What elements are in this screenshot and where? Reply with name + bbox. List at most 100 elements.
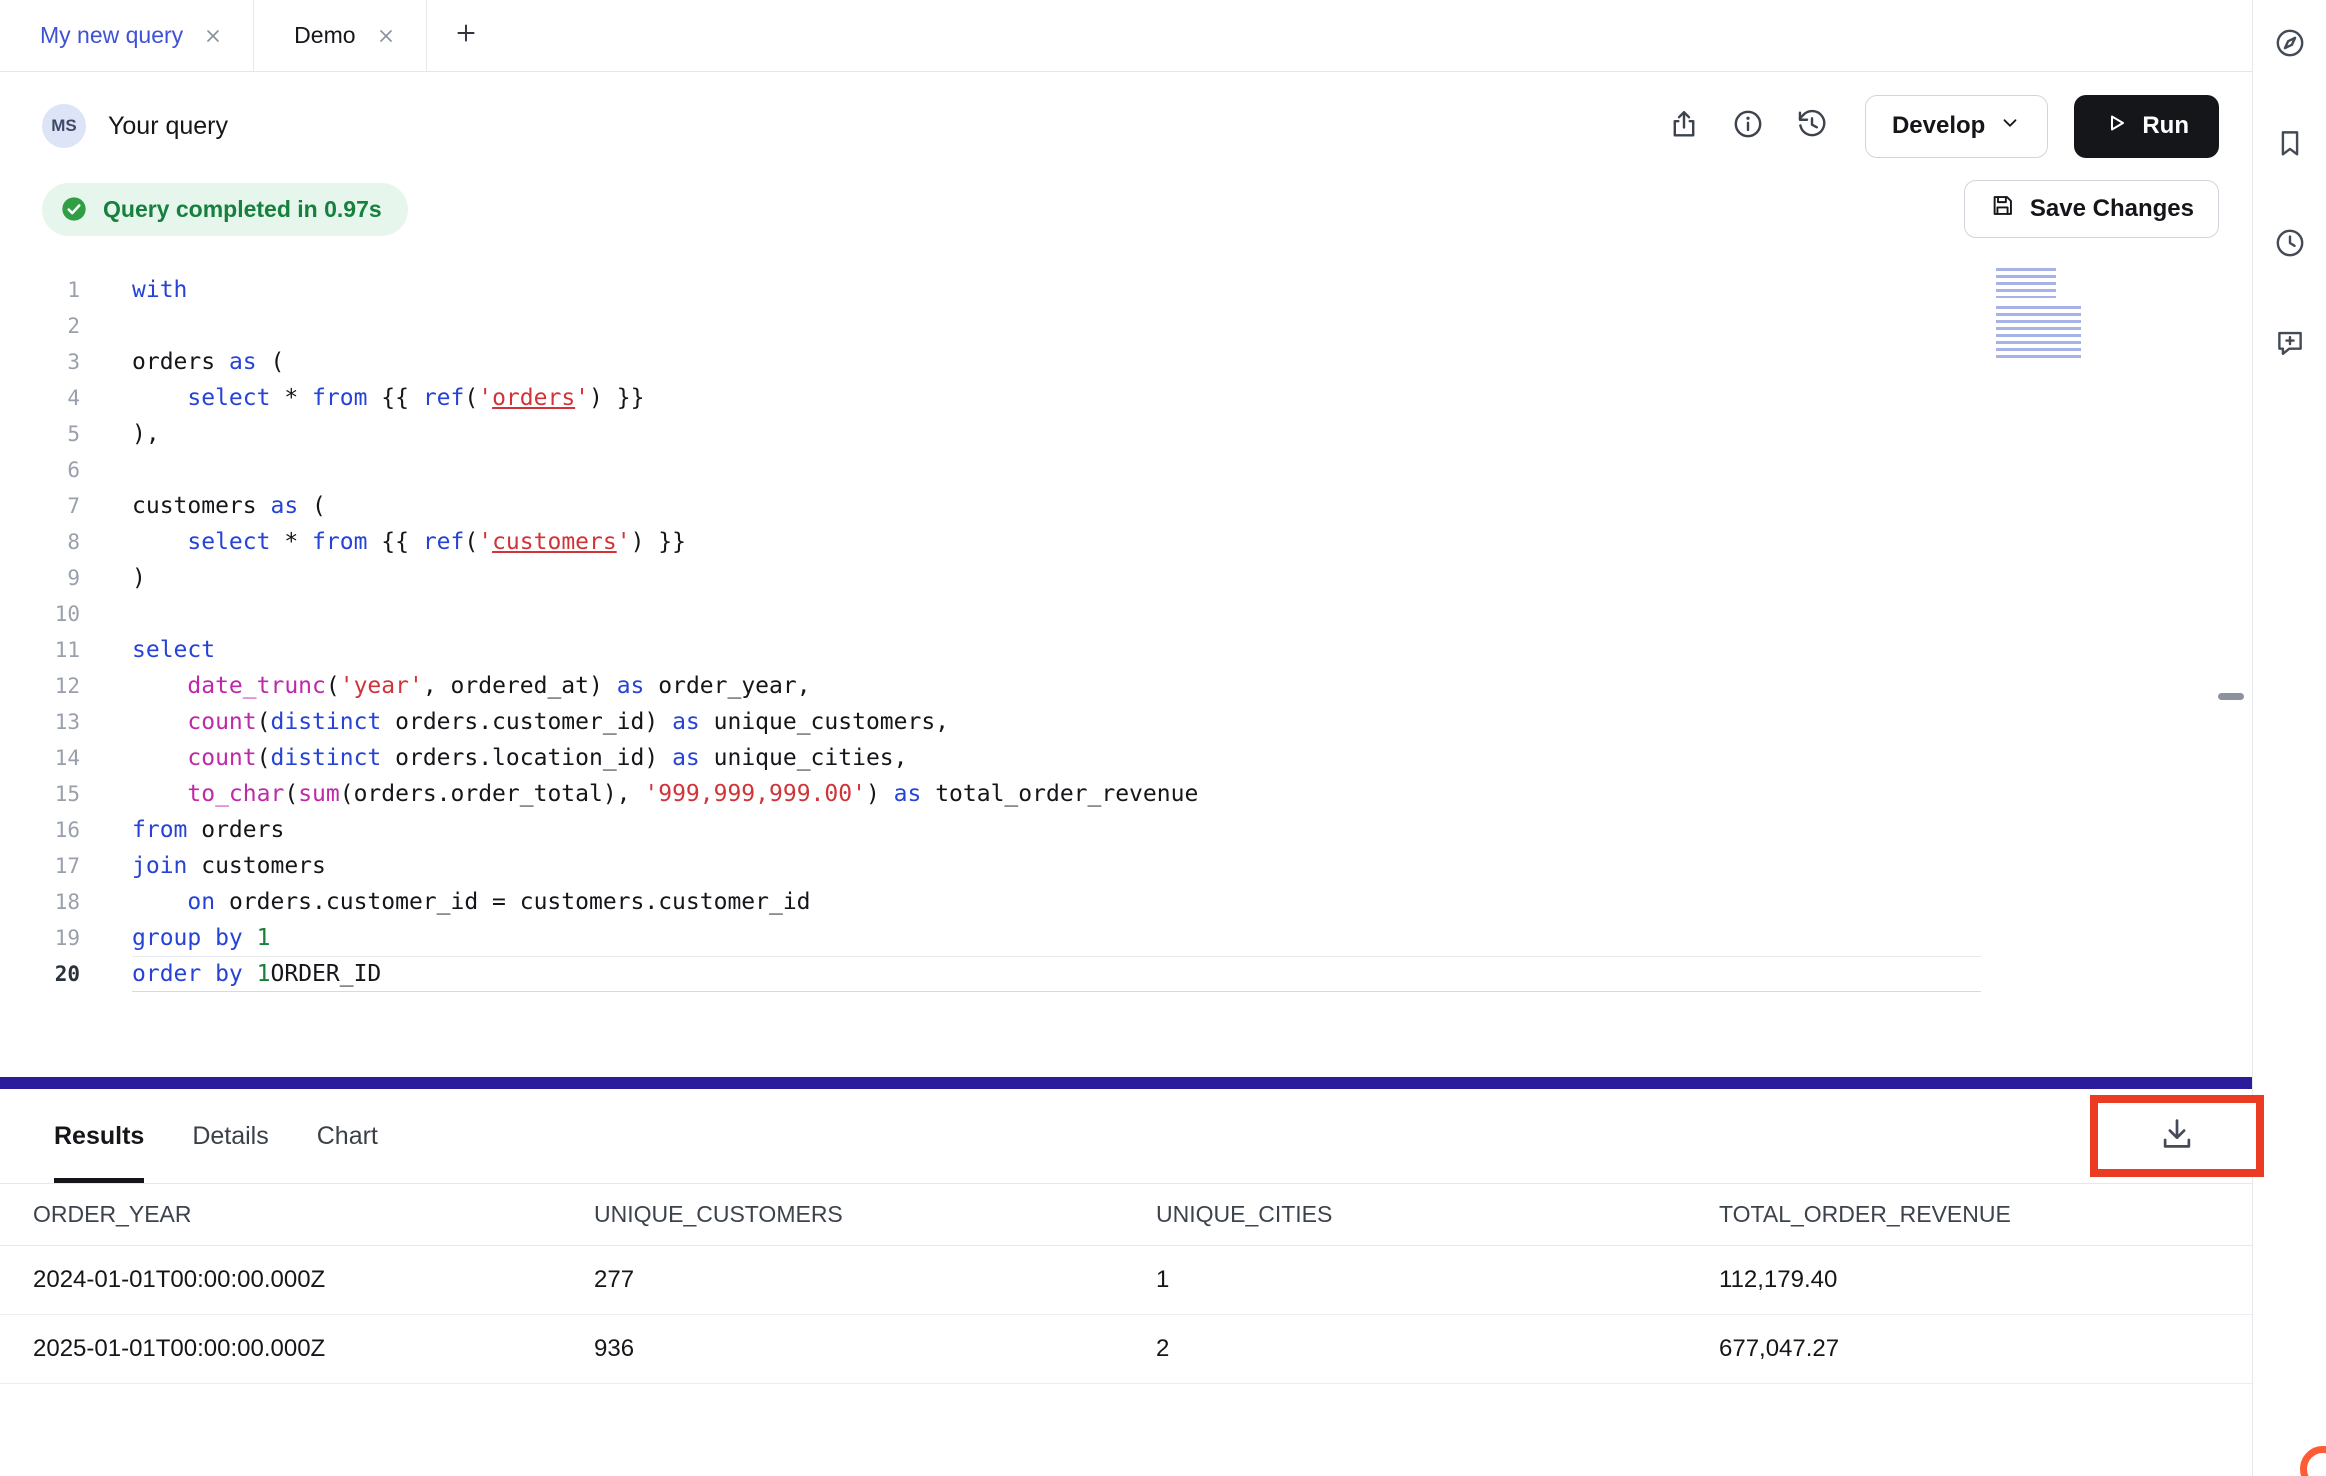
minimap-block — [1996, 306, 2081, 362]
code-line[interactable]: 13 count(distinct orders.customer_id) as… — [0, 704, 2252, 740]
line-number: 6 — [0, 452, 80, 488]
check-icon — [60, 195, 88, 223]
code-text: select — [132, 632, 215, 668]
code-line[interactable]: 19group by 1 — [0, 920, 2252, 956]
code-line[interactable]: 11 select — [0, 632, 2252, 668]
scrollbar-thumb[interactable] — [2218, 693, 2244, 700]
code-text: ), — [132, 416, 160, 452]
code-line[interactable]: 8 select * from {{ ref('customers') }} — [0, 524, 2252, 560]
table-cell: 112,179.40 — [1686, 1266, 2252, 1294]
table-row[interactable]: 2024-01-01T00:00:00.000Z2771112,179.40 — [0, 1246, 2252, 1315]
line-number: 12 — [0, 668, 80, 704]
line-number: 7 — [0, 488, 80, 524]
tab-demo[interactable]: Demo — [254, 0, 426, 71]
line-number: 13 — [0, 704, 80, 740]
table-cell: 677,047.27 — [1686, 1335, 2252, 1363]
save-changes-button[interactable]: Save Changes — [1964, 180, 2219, 238]
code-text: ) — [132, 560, 146, 596]
tab-bar: My new query Demo — [0, 0, 2252, 72]
code-line[interactable]: 9) — [0, 560, 2252, 596]
line-number: 11 — [0, 632, 80, 668]
compass-icon — [2273, 26, 2307, 65]
code-line[interactable]: 18 on orders.customer_id = customers.cus… — [0, 884, 2252, 920]
tab-label: Demo — [294, 22, 355, 49]
table-cell: 2024-01-01T00:00:00.000Z — [0, 1266, 561, 1294]
line-number: 3 — [0, 344, 80, 380]
line-number: 4 — [0, 380, 80, 416]
feedback-button[interactable] — [2270, 325, 2310, 365]
tab-results[interactable]: Results — [54, 1089, 144, 1183]
tab-chart[interactable]: Chart — [317, 1089, 378, 1183]
line-number: 19 — [0, 920, 80, 956]
line-number: 10 — [0, 596, 80, 632]
download-button[interactable] — [2147, 1106, 2207, 1166]
line-number: 16 — [0, 812, 80, 848]
tab-label: My new query — [40, 22, 183, 49]
code-line[interactable]: 3 orders as ( — [0, 344, 2252, 380]
code-line[interactable]: 4 select * from {{ ref('orders') }} — [0, 380, 2252, 416]
line-number: 17 — [0, 848, 80, 884]
page-title: Your query — [108, 112, 228, 141]
code-text: count(distinct orders.customer_id) as un… — [132, 704, 949, 740]
close-icon[interactable] — [376, 26, 396, 46]
code-line[interactable]: 16from orders — [0, 812, 2252, 848]
app-window: My new query Demo MS Your query — [0, 0, 2326, 1476]
tab-my-new-query[interactable]: My new query — [0, 0, 254, 71]
code-line[interactable]: 12 date_trunc('year', ordered_at) as ord… — [0, 668, 2252, 704]
play-icon — [2104, 111, 2128, 142]
status-row: Query completed in 0.97s Save Changes — [0, 180, 2252, 238]
code-lines: 1with23orders as (4 select * from {{ ref… — [0, 272, 2252, 992]
code-line[interactable]: 14 count(distinct orders.location_id) as… — [0, 740, 2252, 776]
code-text: orders as ( — [132, 344, 284, 380]
develop-button[interactable]: Develop — [1865, 95, 2048, 158]
line-number: 2 — [0, 308, 80, 344]
code-line[interactable]: 17join customers — [0, 848, 2252, 884]
code-line[interactable]: 5), — [0, 416, 2252, 452]
table-cell: 2025-01-01T00:00:00.000Z — [0, 1335, 561, 1363]
code-text: on orders.customer_id = customers.custom… — [132, 884, 811, 920]
results-table-header: ORDER_YEARUNIQUE_CUSTOMERSUNIQUE_CITIEST… — [0, 1183, 2252, 1246]
code-line[interactable]: 2 — [0, 308, 2252, 344]
code-line[interactable]: 20 order by 1ORDER_ID — [0, 956, 2252, 992]
column-header: UNIQUE_CITIES — [1123, 1201, 1686, 1228]
code-text: date_trunc('year', ordered_at) as order_… — [132, 668, 811, 704]
line-number: 18 — [0, 884, 80, 920]
code-line[interactable]: 1with — [0, 272, 2252, 308]
code-text: to_char(sum(orders.order_total), '999,99… — [132, 776, 1198, 812]
editor-minimap[interactable] — [1996, 268, 2100, 364]
chat-plus-icon — [2273, 326, 2307, 365]
run-button[interactable]: Run — [2074, 95, 2219, 158]
bookmark-button[interactable] — [2270, 125, 2310, 165]
code-text: select * from {{ ref('orders') }} — [132, 380, 644, 416]
tab-details[interactable]: Details — [192, 1089, 268, 1183]
run-label: Run — [2142, 112, 2189, 140]
column-header: UNIQUE_CUSTOMERS — [561, 1201, 1123, 1228]
line-number: 14 — [0, 740, 80, 776]
query-history-button[interactable] — [1789, 103, 1835, 149]
compass-button[interactable] — [2270, 25, 2310, 65]
code-line[interactable]: 6 — [0, 452, 2252, 488]
clock-button[interactable] — [2270, 225, 2310, 265]
sql-editor[interactable]: 1with23orders as (4 select * from {{ ref… — [0, 238, 2252, 1077]
table-cell: 277 — [561, 1266, 1123, 1294]
code-line[interactable]: 10 — [0, 596, 2252, 632]
code-text: order by 1ORDER_ID — [132, 956, 381, 992]
status-text: Query completed in 0.97s — [103, 196, 382, 223]
close-icon[interactable] — [203, 26, 223, 46]
share-button[interactable] — [1661, 103, 1707, 149]
add-tab-button[interactable] — [427, 0, 505, 71]
table-row[interactable]: 2025-01-01T00:00:00.000Z9362677,047.27 — [0, 1315, 2252, 1384]
code-line[interactable]: 15 to_char(sum(orders.order_total), '999… — [0, 776, 2252, 812]
bookmark-icon — [2273, 126, 2307, 165]
code-text: count(distinct orders.location_id) as un… — [132, 740, 908, 776]
chevron-down-icon — [1999, 112, 2021, 141]
panel-divider[interactable] — [0, 1077, 2252, 1089]
info-button[interactable] — [1725, 103, 1771, 149]
main-panel: My new query Demo MS Your query — [0, 0, 2253, 1476]
line-number: 20 — [0, 956, 80, 992]
avatar: MS — [42, 104, 86, 148]
minimap-block — [1996, 268, 2056, 298]
results-table-body: 2024-01-01T00:00:00.000Z2771112,179.4020… — [0, 1246, 2252, 1384]
code-line[interactable]: 7customers as ( — [0, 488, 2252, 524]
share-icon — [1667, 107, 1701, 146]
